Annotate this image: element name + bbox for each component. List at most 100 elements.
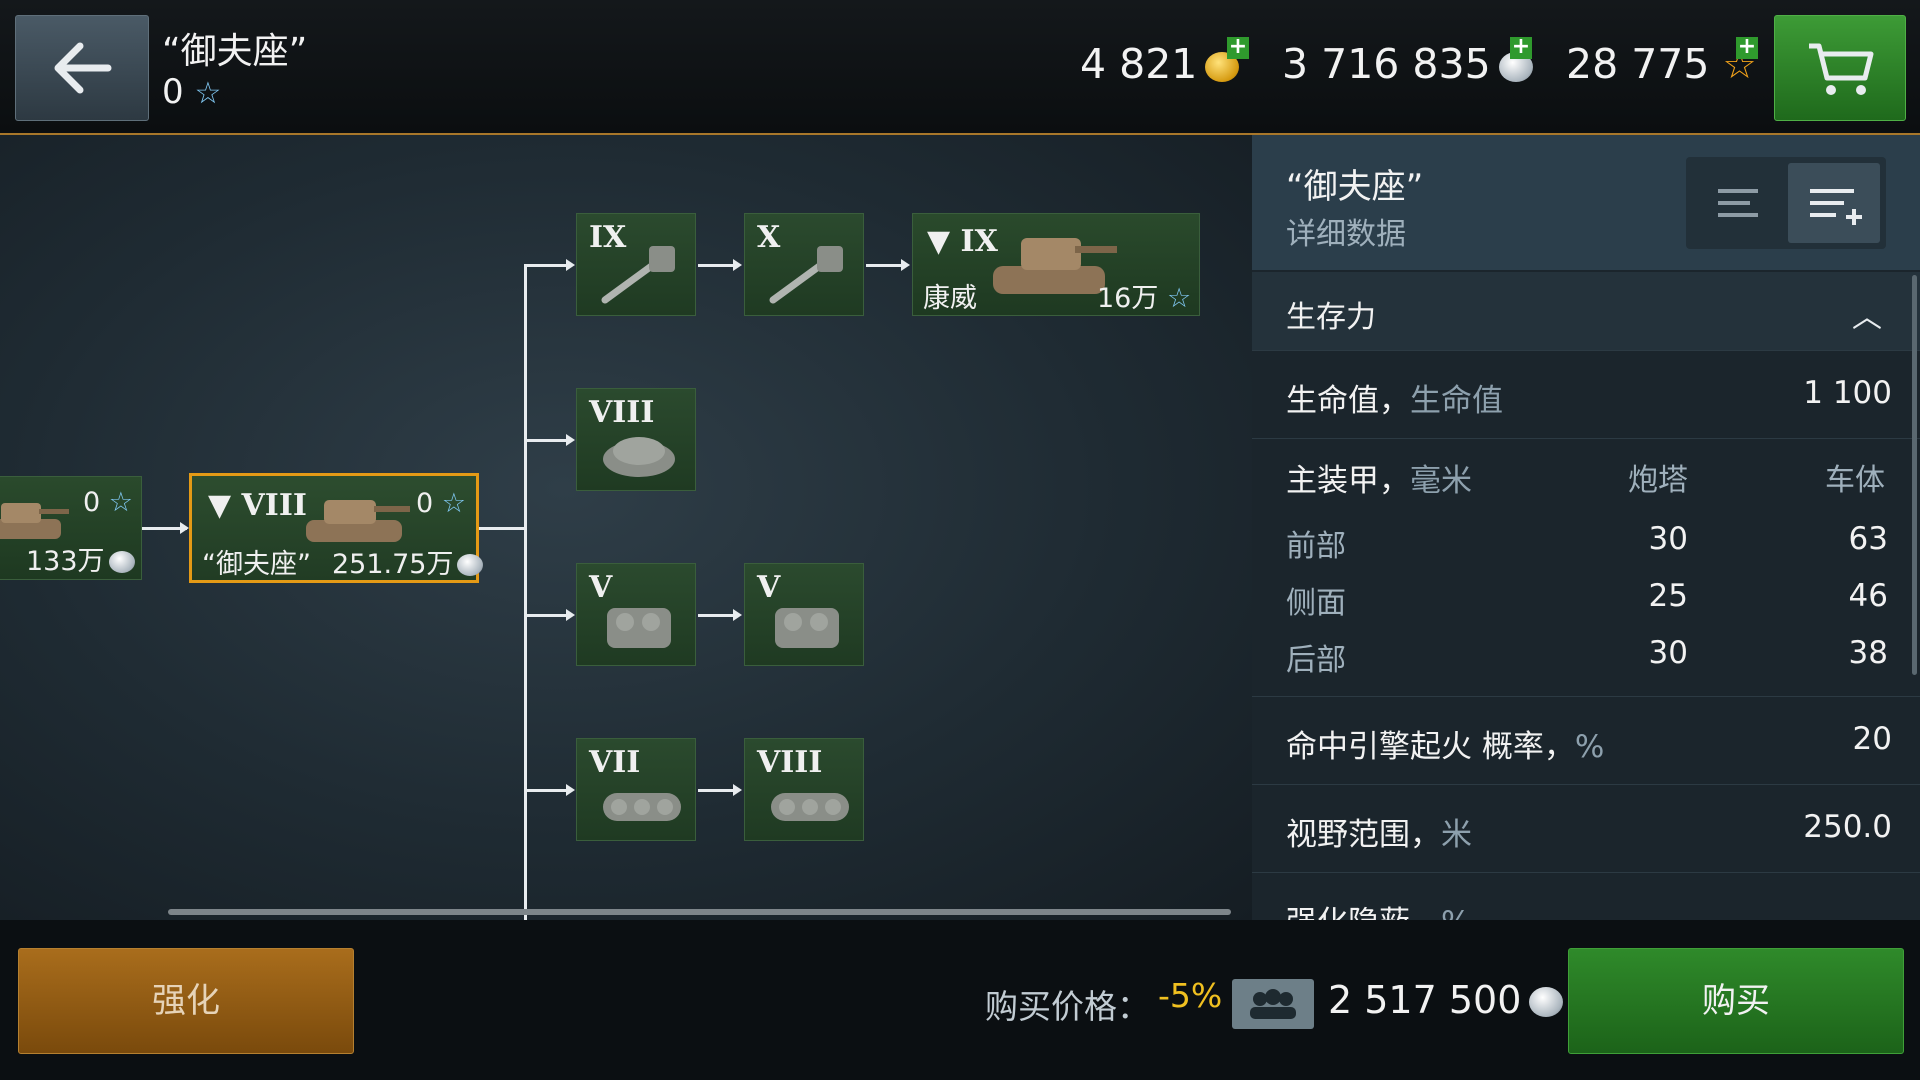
connector-arrow [733,784,742,796]
stat-label: 强化隐蔽，% [1286,897,1470,920]
back-button[interactable] [15,15,149,121]
connector-arrow [180,522,189,534]
connector-arrow [566,434,575,446]
free-xp-value: 28 775 [1566,40,1710,88]
armor-hull-value: 46 [1848,578,1888,614]
next-vehicle-name: 康威 [923,283,977,314]
xp-star-icon: ☆ [108,487,133,518]
stat-unit: 米 [1441,817,1472,853]
module-turret-viii[interactable]: VIII [576,388,696,491]
module-gun-x[interactable]: X [744,213,864,316]
survivability-section-header[interactable]: 生存力 ︿ [1252,272,1920,350]
prev-vehicle-price: 133万 [26,539,135,578]
module-engine-v-1[interactable]: V [576,563,696,666]
xp-star-icon: ☆ [194,76,222,111]
stat-label-text: 视野范围， [1286,817,1441,853]
view-toggle [1686,157,1886,249]
prev-vehicle-xp-value: 0 [83,487,101,518]
module-tree: 0 ☆ 133万 ▼ VIII 0 ☆ “御夫座” 251.75万 IX X ▼… [0,135,1252,920]
stat-unit: % [1441,905,1470,920]
stat-value: 1 100 [1803,375,1892,411]
connector-line [698,264,733,267]
armor-row-label: 前部 [1286,529,1346,564]
silver-coin-icon [1529,987,1564,1017]
bottom-bar: 强化 购买价格： -5% 2 517 500 购买 [0,920,1920,1080]
connector-line [866,264,901,267]
tracks-icon [603,793,681,821]
list-icon [1718,189,1758,217]
cart-icon [1809,43,1874,95]
tank-name: “御夫座” [162,31,308,72]
add-free-xp-button[interactable]: + [1736,36,1758,59]
current-vehicle-card[interactable]: ▼ VIII 0 ☆ “御夫座” 251.75万 [189,473,484,583]
stat-row-hp: 生命值，生命值 1 100 [1252,350,1920,439]
discount-badge: -5% [1158,976,1223,1015]
connector-arrow [733,609,742,621]
module-engine-v-2[interactable]: V [744,563,864,666]
prev-vehicle-xp: 0 ☆ [83,487,133,518]
armor-hull-value: 38 [1848,635,1888,671]
stat-label: 主装甲，毫米 [1286,455,1472,500]
detailed-view-button[interactable] [1788,163,1880,243]
connector-arrow [733,259,742,271]
stat-row-camo: 强化隐蔽，% [1252,872,1920,920]
current-vehicle-name: “御夫座” [202,549,311,580]
prev-vehicle-price-value: 133万 [26,546,105,577]
tank-xp: 0 ☆ [162,72,221,112]
tracks-icon [771,793,849,821]
next-vehicle-card-body[interactable]: ▼ IX 康威 16万 ☆ [912,213,1200,316]
clan-discount-icon [1232,979,1314,1029]
xp-star-icon: ☆ [1166,283,1192,314]
connector-line [698,789,733,792]
horizontal-scrollbar[interactable] [168,909,1231,915]
armor-col-hull: 车体 [1825,463,1885,498]
next-vehicle-xp-cost-value: 16万 [1097,283,1159,314]
stat-label: 视野范围，米 [1286,809,1472,854]
free-xp-currency: 28 775 ☆ [1566,40,1757,88]
connector-line [479,527,524,530]
connector-line [524,264,566,267]
engine-icon [775,608,839,648]
silver-currency: 3 716 835 [1282,40,1533,88]
details-panel: “御夫座” 详细数据 生存力 ︿ 生命值，生命值 1 100 主装甲，毫米 炮塔… [1252,135,1920,920]
current-vehicle-tier: ▼ VIII [208,488,307,523]
compact-view-button[interactable] [1692,163,1784,243]
silver-value: 3 716 835 [1282,40,1491,88]
module-gun-ix[interactable]: IX [576,213,696,316]
current-vehicle-tier-value: VIII [241,488,307,523]
buy-button[interactable]: 购买 [1568,948,1904,1054]
add-silver-button[interactable]: + [1510,36,1532,59]
stat-unit: % [1574,729,1605,765]
silver-coin-icon [457,554,484,576]
add-gold-button[interactable]: + [1227,36,1249,59]
gun-icon [769,246,843,304]
panel-subtitle: 详细数据 [1286,217,1406,252]
connector-line [524,265,527,920]
list-plus-icon [1810,189,1862,225]
research-triangle-icon: ▼ [208,488,232,523]
group-icon [1250,989,1296,1019]
top-bar: “御夫座” 0 ☆ 4 821 + 3 716 835 + 28 775 ☆ + [0,0,1920,135]
armor-row-label: 侧面 [1286,586,1346,621]
price-label: 购买价格： [985,987,1150,1026]
module-tracks-viii[interactable]: VIII [744,738,864,841]
stat-row-view-range: 视野范围，米 250.0 [1252,784,1920,873]
armor-col-turret: 炮塔 [1628,463,1688,498]
stat-label: 命中引擎起火 概率，% [1286,721,1604,766]
prev-vehicle-card[interactable]: 0 ☆ 133万 [0,476,142,580]
gold-value: 4 821 [1080,40,1198,88]
panel-header: “御夫座” 详细数据 [1252,135,1920,270]
module-tracks-vii[interactable]: VII [576,738,696,841]
panel-scrollbar[interactable] [1912,275,1917,675]
connector-line [524,789,566,792]
chevron-up-icon: ︿ [1852,300,1882,335]
connector-arrow [901,259,910,271]
connector-line [524,614,566,617]
stat-label-text: 命中引擎起火 概率， [1286,729,1575,765]
gun-icon [601,246,675,304]
connector-arrow [566,259,575,271]
current-vehicle-price-value: 251.75万 [332,549,454,580]
next-vehicle-xp-cost: 16万 ☆ [1097,276,1191,315]
shop-cart-button[interactable] [1774,15,1906,121]
upgrade-button[interactable]: 强化 [18,948,354,1054]
